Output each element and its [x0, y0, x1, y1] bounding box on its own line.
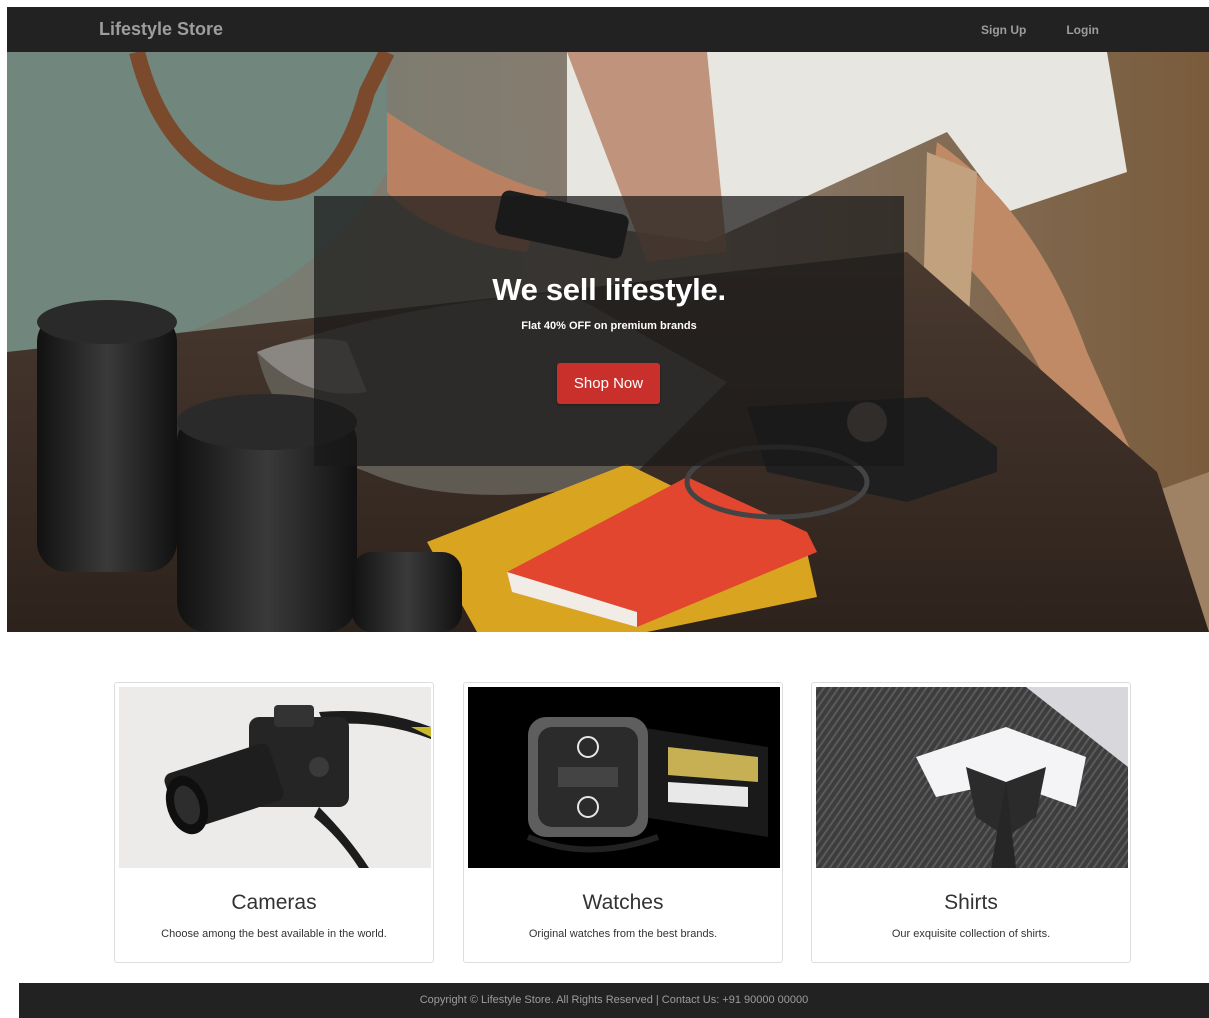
shop-now-button[interactable]: Shop Now [557, 363, 660, 404]
shirts-description: Our exquisite collection of shirts. [891, 928, 1051, 940]
navbar: Lifestyle Store Sign Up Login [7, 7, 1209, 52]
watches-image[interactable] [468, 687, 780, 868]
product-card-shirts[interactable]: Shirts Our exquisite collection of shirt… [811, 682, 1131, 963]
footer: Copyright © Lifestyle Store. All Rights … [19, 983, 1209, 1018]
hero-banner: We sell lifestyle. Flat 40% OFF on premi… [314, 196, 904, 466]
sign-up-link[interactable]: Sign Up [961, 7, 1046, 52]
hero-subtitle: Flat 40% OFF on premium brands [521, 320, 697, 332]
shirts-title: Shirts [944, 891, 998, 914]
cameras-title: Cameras [231, 891, 317, 914]
product-card-watches[interactable]: Watches Original watches from the best b… [463, 682, 783, 963]
login-link[interactable]: Login [1046, 7, 1119, 52]
brand-logo-link[interactable]: Lifestyle Store [99, 7, 223, 52]
page: Lifestyle Store Sign Up Login We sell li… [0, 0, 1209, 1018]
watches-description: Original watches from the best brands. [528, 928, 718, 940]
cameras-image[interactable] [119, 687, 431, 868]
hero-title: We sell lifestyle. [492, 272, 726, 307]
cameras-description: Choose among the best available in the w… [161, 928, 387, 940]
hero-section: We sell lifestyle. Flat 40% OFF on premi… [7, 52, 1209, 632]
shirts-image[interactable] [816, 687, 1128, 868]
nav-links: Sign Up Login [961, 7, 1119, 52]
product-card-cameras[interactable]: Cameras Choose among the best available … [114, 682, 434, 963]
watches-title: Watches [582, 891, 664, 914]
